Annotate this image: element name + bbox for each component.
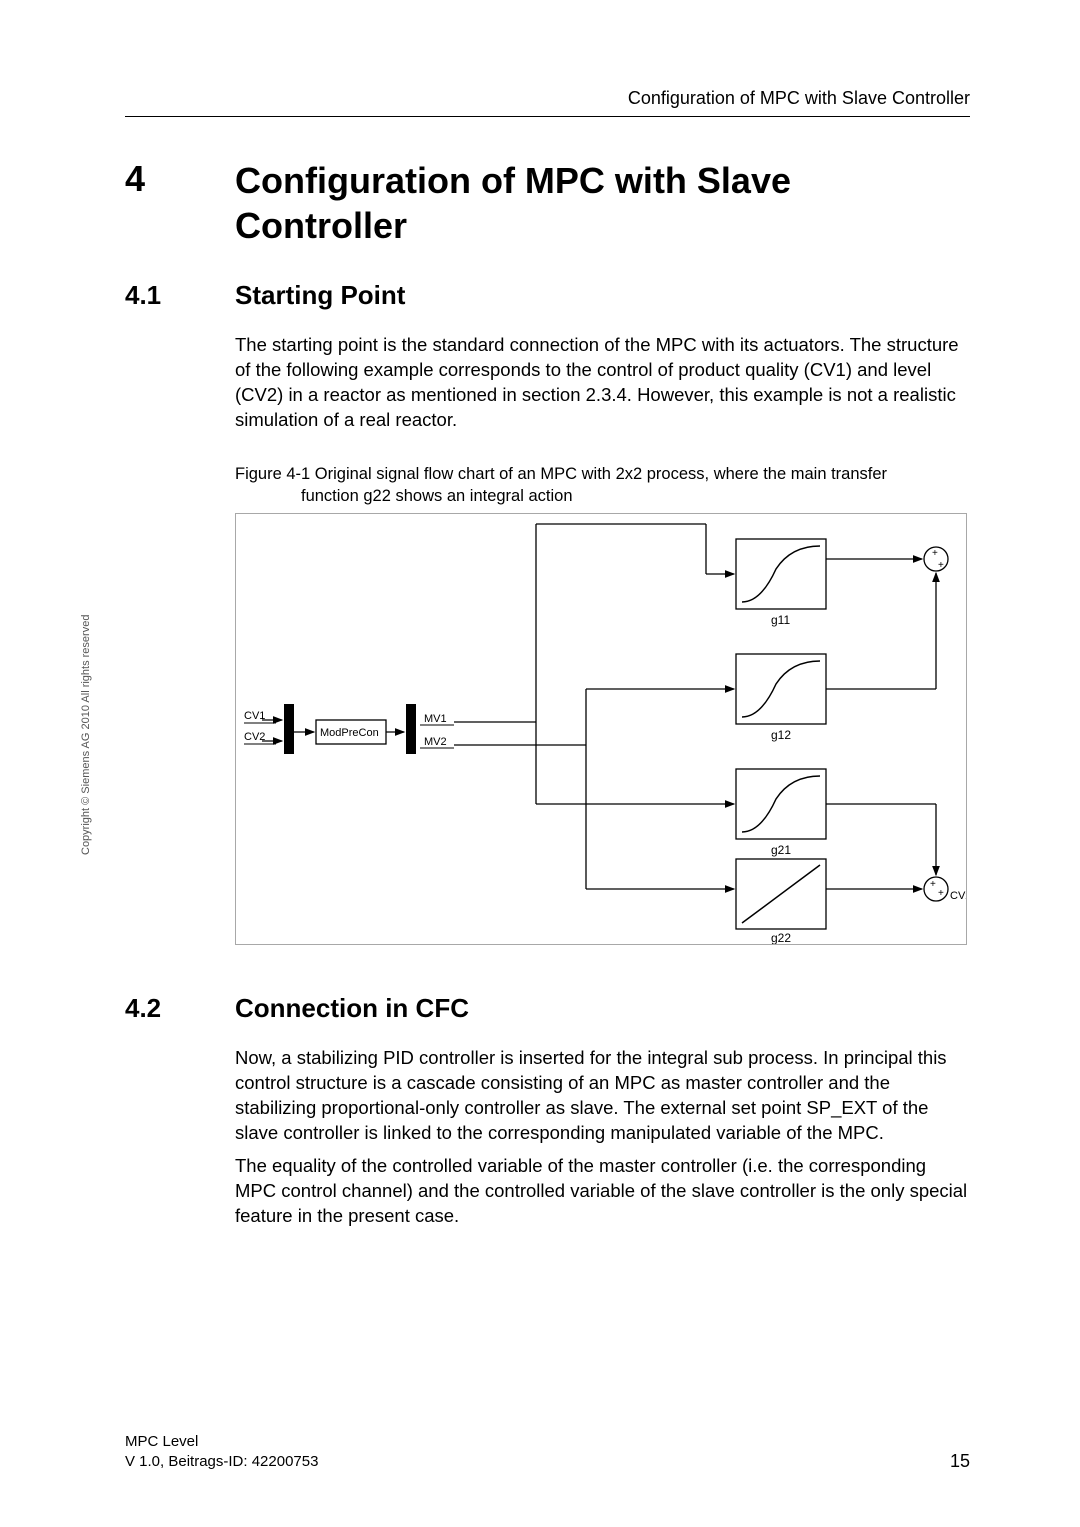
section-4-1-paragraph: The starting point is the standard conne…	[235, 333, 970, 433]
page: Configuration of MPC with Slave Controll…	[0, 0, 1080, 1527]
svg-text:+: +	[938, 560, 944, 571]
figure-caption-line2: function g22 shows an integral action	[301, 485, 970, 507]
block-g11: g11	[736, 539, 826, 627]
svg-text:g12: g12	[771, 728, 791, 742]
label-out-cv2: CV2	[950, 890, 966, 902]
section-number: 4.2	[125, 993, 161, 1024]
section-4-2-paragraph-2: The equality of the controlled variable …	[235, 1154, 970, 1229]
svg-text:+: +	[938, 888, 944, 899]
section-4-2-paragraph-1: Now, a stabilizing PID controller is ins…	[235, 1046, 970, 1146]
chapter-title: Configuration of MPC with Slave Controll…	[235, 158, 970, 248]
label-mv1: MV1	[424, 713, 447, 725]
side-copyright: Copyright © Siemens AG 2010 All rights r…	[80, 615, 92, 855]
block-g12: g12	[736, 654, 826, 742]
footer: MPC Level V 1.0, Beitrags-ID: 42200753 1…	[125, 1432, 970, 1473]
section-number: 4.1	[125, 280, 161, 311]
figure-caption-line1: Figure 4-1 Original signal flow chart of…	[235, 465, 887, 483]
block-g21: g21	[736, 769, 826, 857]
running-header: Configuration of MPC with Slave Controll…	[628, 88, 970, 109]
section-4-1: 4.1 Starting Point The starting point is…	[125, 280, 970, 433]
svg-text:+: +	[930, 879, 936, 890]
section-title: Connection in CFC	[235, 993, 970, 1024]
svg-text:g22: g22	[771, 931, 791, 944]
signal-flow-chart: CV1 CV2 ModPreCon MV1	[236, 514, 966, 944]
label-mv2: MV2	[424, 736, 447, 748]
svg-text:g21: g21	[771, 843, 791, 857]
label-modprecon: ModPreCon	[320, 727, 379, 739]
content-area: 4 Configuration of MPC with Slave Contro…	[125, 158, 970, 1229]
chapter-number: 4	[125, 158, 145, 200]
footer-line2: V 1.0, Beitrags-ID: 42200753	[125, 1452, 970, 1472]
svg-text:+: +	[932, 548, 938, 559]
block-g22: g22	[736, 859, 826, 944]
section-4-2: 4.2 Connection in CFC Now, a stabilizing…	[125, 993, 970, 1229]
footer-line1: MPC Level	[125, 1432, 970, 1452]
chapter-heading: 4 Configuration of MPC with Slave Contro…	[125, 158, 970, 248]
svg-text:g11: g11	[771, 613, 790, 627]
page-number: 15	[950, 1451, 970, 1472]
section-title: Starting Point	[235, 280, 970, 311]
header-rule	[125, 116, 970, 117]
figure-4-1: CV1 CV2 ModPreCon MV1	[235, 513, 967, 945]
figure-caption: Figure 4-1 Original signal flow chart of…	[235, 463, 970, 508]
